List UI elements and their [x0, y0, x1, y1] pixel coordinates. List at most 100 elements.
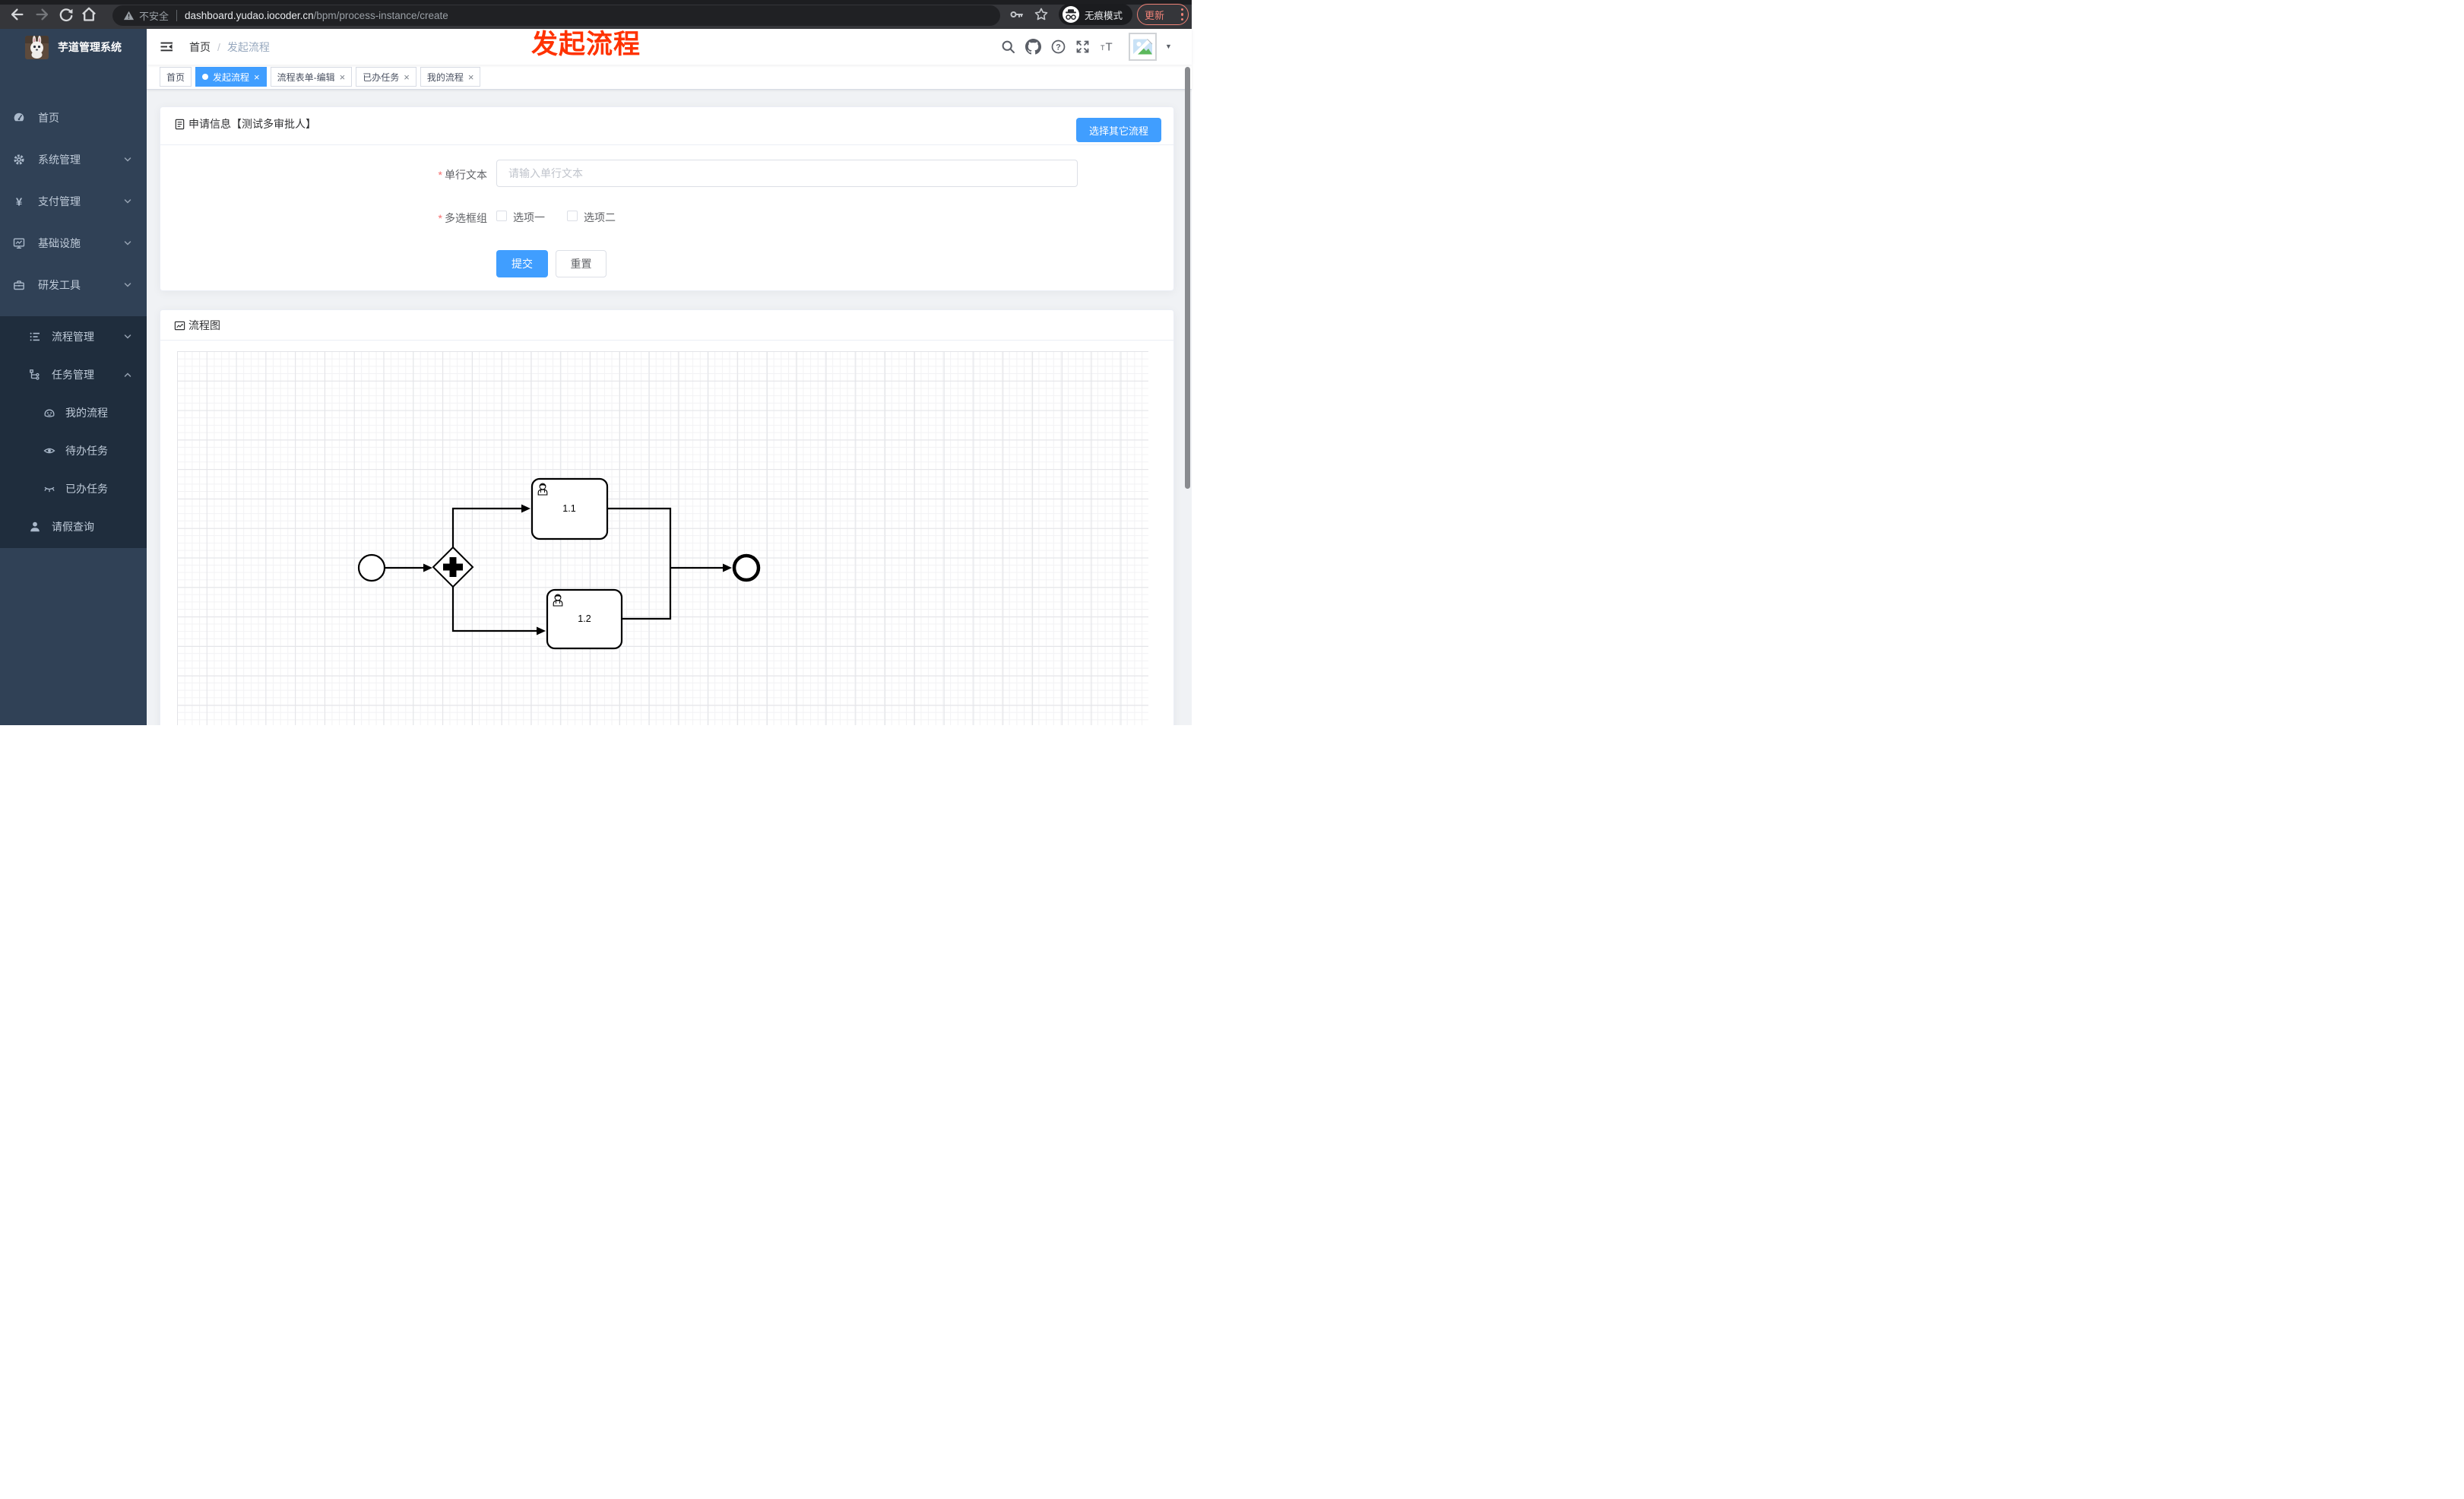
- flow-gateway-to-task-1-2: [451, 587, 537, 632]
- tab-home[interactable]: 首页: [160, 67, 192, 87]
- sidebar-logo[interactable]: 芋道管理系统: [0, 29, 147, 65]
- home-icon[interactable]: [81, 6, 97, 23]
- sidebar-item-system[interactable]: 系统管理: [0, 138, 147, 180]
- dashboard-icon: [14, 113, 24, 121]
- incognito-icon: [1063, 6, 1079, 23]
- end-event-node: [732, 553, 761, 582]
- sidebar-item-process-management[interactable]: 流程管理: [0, 318, 147, 356]
- active-tab-dot: [202, 74, 209, 80]
- sidebar-item-label: 支付管理: [38, 195, 81, 208]
- tab-close-icon[interactable]: ×: [340, 72, 346, 82]
- tags-view-bar: 首页 发起流程 × 流程表单-编辑 × 已办任务 × 我的流程 ×: [147, 65, 1192, 90]
- tab-label: 首页: [166, 71, 185, 83]
- sidebar-item-task-management[interactable]: 任务管理: [0, 356, 147, 394]
- checkbox-option-one[interactable]: [496, 211, 507, 221]
- back-icon[interactable]: [9, 6, 26, 23]
- update-label: 更新: [1145, 9, 1165, 21]
- bpmn-canvas[interactable]: 1.1 1.2: [177, 351, 1148, 725]
- apply-info-card: 申请信息【测试多审批人】 选择其它流程 *单行文本 *多选框组 选项一 选项二 …: [160, 106, 1174, 291]
- logo-avatar: [25, 35, 49, 59]
- checkbox-option-one-label[interactable]: 选项一: [513, 210, 545, 225]
- select-other-process-button[interactable]: 选择其它流程: [1075, 118, 1161, 142]
- avatar-caret-icon[interactable]: ▼: [1165, 43, 1172, 50]
- sidebar-item-label: 首页: [38, 111, 59, 124]
- tab-close-icon[interactable]: ×: [404, 72, 410, 82]
- sidebar-item-label: 流程管理: [52, 331, 94, 343]
- robot-icon: [44, 409, 55, 417]
- browser-menu-update-button[interactable]: 更新: [1137, 4, 1189, 25]
- chevron-up-icon: [124, 372, 131, 377]
- flow-task-1-2-out: [622, 568, 672, 620]
- required-asterisk: *: [438, 212, 442, 224]
- checkbox-option-two-label[interactable]: 选项二: [584, 210, 616, 225]
- main-content: 申请信息【测试多审批人】 选择其它流程 *单行文本 *多选框组 选项一 选项二 …: [147, 90, 1192, 725]
- sidebar-item-label: 请假查询: [52, 521, 94, 533]
- user-task-1-2-node: 1.2: [546, 588, 623, 650]
- sidebar-item-infrastructure[interactable]: 基础设施: [0, 222, 147, 264]
- sidebar-item-done-tasks[interactable]: 已办任务: [0, 470, 147, 508]
- sidebar-collapse-icon[interactable]: [160, 40, 174, 54]
- parallel-gateway-node: [432, 546, 474, 588]
- user-task-1-1-node: 1.1: [530, 477, 609, 540]
- breadcrumb-home[interactable]: 首页: [189, 40, 211, 55]
- monitor-icon: [13, 238, 25, 249]
- kebab-menu-icon[interactable]: [1180, 8, 1183, 21]
- github-icon[interactable]: [1025, 39, 1041, 55]
- page-scrollbar[interactable]: [1185, 67, 1190, 489]
- sidebar-item-leave-query[interactable]: 请假查询: [0, 508, 147, 546]
- task-label: 1.2: [578, 613, 591, 624]
- single-line-text-input[interactable]: [496, 160, 1078, 187]
- password-key-icon[interactable]: [1009, 7, 1025, 22]
- bpmn-diagram: 1.1 1.2: [357, 477, 761, 650]
- broken-image-icon: [1132, 36, 1153, 57]
- arrowhead: [537, 626, 546, 635]
- tab-form-edit[interactable]: 流程表单-编辑 ×: [270, 67, 353, 87]
- search-icon[interactable]: [1001, 40, 1015, 54]
- gear-icon: [14, 154, 24, 165]
- document-icon: [175, 119, 185, 129]
- tab-label: 我的流程: [426, 71, 464, 83]
- chevron-down-icon: [124, 198, 131, 204]
- card-title-text: 流程图: [188, 319, 220, 331]
- bookmark-star-icon[interactable]: [1034, 7, 1049, 22]
- flow-task-1-1-out: [607, 507, 672, 568]
- process-diagram-card: 流程图 1.1 1.2: [160, 309, 1174, 725]
- forward-icon[interactable]: [33, 6, 50, 23]
- flow-gateway-to-task-1-1: [451, 507, 521, 547]
- warning-label: 不安全: [139, 11, 169, 22]
- browser-tab-strip: [0, 0, 1192, 5]
- sidebar-item-todo-tasks[interactable]: 待办任务: [0, 432, 147, 470]
- sidebar-item-payment[interactable]: ¥ 支付管理: [0, 180, 147, 222]
- tree-icon: [30, 369, 40, 380]
- svg-text:?: ?: [1056, 43, 1061, 52]
- tab-done-tasks[interactable]: 已办任务 ×: [356, 67, 416, 87]
- tab-my-process[interactable]: 我的流程 ×: [420, 67, 481, 87]
- submit-button[interactable]: 提交: [496, 250, 548, 277]
- sidebar-item-label: 已办任务: [65, 483, 108, 495]
- sidebar-item-label: 待办任务: [65, 445, 108, 457]
- breadcrumb-separator: /: [217, 40, 220, 53]
- reload-icon[interactable]: [58, 6, 74, 23]
- avatar[interactable]: [1129, 33, 1157, 61]
- site-warning[interactable]: 不安全: [123, 8, 169, 23]
- eye-closed-icon: [44, 486, 55, 493]
- svg-text:T: T: [1101, 44, 1105, 52]
- sidebar-item-home[interactable]: 首页: [0, 97, 147, 138]
- sidebar-item-label: 我的流程: [65, 407, 108, 419]
- sidebar-item-my-process[interactable]: 我的流程: [0, 394, 147, 432]
- checkbox-group-label: * 多选框组: [438, 212, 487, 224]
- sidebar-item-label: 任务管理: [52, 369, 94, 381]
- sidebar-item-devtools[interactable]: 研发工具: [0, 264, 147, 306]
- tab-close-icon[interactable]: ×: [468, 72, 474, 82]
- checkbox-option-two[interactable]: [567, 211, 578, 221]
- tab-label: 流程表单-编辑: [277, 71, 335, 83]
- fullscreen-icon[interactable]: [1075, 40, 1090, 54]
- help-icon[interactable]: ?: [1051, 40, 1066, 54]
- annotation-overlay-text: 发起流程: [531, 30, 641, 59]
- url-host: dashboard.yudao.iocoder.cn: [185, 10, 314, 21]
- reset-button[interactable]: 重置: [556, 250, 606, 277]
- font-size-icon[interactable]: T T: [1100, 40, 1114, 54]
- tab-close-icon[interactable]: ×: [254, 72, 260, 82]
- tab-start-process[interactable]: 发起流程 ×: [195, 67, 267, 87]
- app-header: 首页 / 发起流程 ? T T ▼: [147, 29, 1192, 65]
